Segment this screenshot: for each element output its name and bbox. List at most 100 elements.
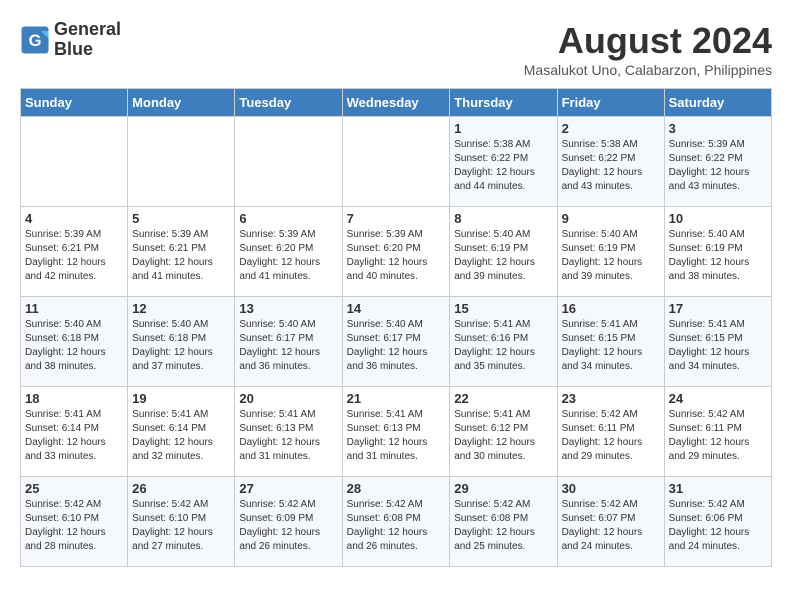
calendar-cell (235, 117, 342, 207)
calendar-cell: 16 Sunrise: 5:41 AM Sunset: 6:15 PM Dayli… (557, 297, 664, 387)
week-row-5: 25 Sunrise: 5:42 AM Sunset: 6:10 PM Dayli… (21, 477, 772, 567)
logo: G General Blue (20, 20, 121, 60)
day-number: 10 (669, 211, 767, 226)
calendar-cell: 19 Sunrise: 5:41 AM Sunset: 6:14 PM Dayli… (128, 387, 235, 477)
day-number: 27 (239, 481, 337, 496)
day-info: Sunrise: 5:41 AM Sunset: 6:15 PM Dayligh… (562, 318, 660, 374)
day-number: 20 (239, 391, 337, 406)
calendar-table: SundayMondayTuesdayWednesdayThursdayFrid… (20, 88, 772, 567)
weekday-header-sunday: Sunday (21, 89, 128, 117)
calendar-cell: 11 Sunrise: 5:40 AM Sunset: 6:18 PM Dayli… (21, 297, 128, 387)
calendar-cell (128, 117, 235, 207)
day-number: 1 (454, 121, 552, 136)
day-number: 22 (454, 391, 552, 406)
calendar-cell: 29Sunrise: 5:42 AM Sunset: 6:08 PM Dayli… (450, 477, 557, 567)
day-number: 30 (562, 481, 660, 496)
calendar-cell: 14 Sunrise: 5:40 AM Sunset: 6:17 PM Dayli… (342, 297, 450, 387)
calendar-cell: 25 Sunrise: 5:42 AM Sunset: 6:10 PM Dayli… (21, 477, 128, 567)
day-info: Sunrise: 5:38 AM Sunset: 6:22 PM Dayligh… (562, 138, 660, 194)
day-info: Sunrise: 5:41 AM Sunset: 6:14 PM Dayligh… (132, 408, 230, 464)
week-row-3: 11 Sunrise: 5:40 AM Sunset: 6:18 PM Dayli… (21, 297, 772, 387)
day-info: Sunrise: 5:42 AM Sunset: 6:10 PM Dayligh… (132, 498, 230, 554)
svg-text:G: G (29, 32, 42, 50)
weekday-header-row: SundayMondayTuesdayWednesdayThursdayFrid… (21, 89, 772, 117)
day-number: 24 (669, 391, 767, 406)
day-info: Sunrise: 5:40 AM Sunset: 6:18 PM Dayligh… (132, 318, 230, 374)
day-info: Sunrise: 5:42 AM Sunset: 6:06 PM Dayligh… (669, 498, 767, 554)
calendar-cell: 6 Sunrise: 5:39 AM Sunset: 6:20 PM Daylig… (235, 207, 342, 297)
day-info: Sunrise: 5:39 AM Sunset: 6:22 PM Dayligh… (669, 138, 767, 194)
weekday-header-friday: Friday (557, 89, 664, 117)
day-info: Sunrise: 5:40 AM Sunset: 6:18 PM Dayligh… (25, 318, 123, 374)
day-info: Sunrise: 5:42 AM Sunset: 6:11 PM Dayligh… (562, 408, 660, 464)
day-info: Sunrise: 5:42 AM Sunset: 6:09 PM Dayligh… (239, 498, 337, 554)
day-number: 4 (25, 211, 123, 226)
calendar-cell: 15Sunrise: 5:41 AM Sunset: 6:16 PM Dayli… (450, 297, 557, 387)
day-info: Sunrise: 5:39 AM Sunset: 6:20 PM Dayligh… (347, 228, 446, 284)
calendar-cell: 26 Sunrise: 5:42 AM Sunset: 6:10 PM Dayli… (128, 477, 235, 567)
calendar-cell: 20 Sunrise: 5:41 AM Sunset: 6:13 PM Dayli… (235, 387, 342, 477)
day-info: Sunrise: 5:38 AM Sunset: 6:22 PM Dayligh… (454, 138, 552, 194)
title-area: August 2024 Masalukot Uno, Calabarzon, P… (524, 20, 772, 78)
day-number: 18 (25, 391, 123, 406)
calendar-cell: 18 Sunrise: 5:41 AM Sunset: 6:14 PM Dayli… (21, 387, 128, 477)
location-subtitle: Masalukot Uno, Calabarzon, Philippines (524, 62, 772, 78)
day-number: 15 (454, 301, 552, 316)
calendar-cell: 24 Sunrise: 5:42 AM Sunset: 6:11 PM Dayli… (664, 387, 771, 477)
month-title: August 2024 (524, 20, 772, 62)
day-info: Sunrise: 5:40 AM Sunset: 6:19 PM Dayligh… (562, 228, 660, 284)
day-number: 14 (347, 301, 446, 316)
calendar-cell: 28Sunrise: 5:42 AM Sunset: 6:08 PM Dayli… (342, 477, 450, 567)
day-number: 19 (132, 391, 230, 406)
week-row-1: 1 Sunrise: 5:38 AM Sunset: 6:22 PM Daylig… (21, 117, 772, 207)
day-info: Sunrise: 5:39 AM Sunset: 6:21 PM Dayligh… (132, 228, 230, 284)
calendar-cell (342, 117, 450, 207)
day-info: Sunrise: 5:41 AM Sunset: 6:12 PM Dayligh… (454, 408, 552, 464)
calendar-cell: 21Sunrise: 5:41 AM Sunset: 6:13 PM Dayli… (342, 387, 450, 477)
calendar-cell: 1 Sunrise: 5:38 AM Sunset: 6:22 PM Daylig… (450, 117, 557, 207)
day-info: Sunrise: 5:40 AM Sunset: 6:17 PM Dayligh… (239, 318, 337, 374)
calendar-cell: 9 Sunrise: 5:40 AM Sunset: 6:19 PM Daylig… (557, 207, 664, 297)
day-info: Sunrise: 5:42 AM Sunset: 6:11 PM Dayligh… (669, 408, 767, 464)
day-number: 9 (562, 211, 660, 226)
day-number: 17 (669, 301, 767, 316)
week-row-4: 18 Sunrise: 5:41 AM Sunset: 6:14 PM Dayli… (21, 387, 772, 477)
day-number: 16 (562, 301, 660, 316)
calendar-cell: 13 Sunrise: 5:40 AM Sunset: 6:17 PM Dayli… (235, 297, 342, 387)
day-info: Sunrise: 5:40 AM Sunset: 6:19 PM Dayligh… (669, 228, 767, 284)
day-info: Sunrise: 5:41 AM Sunset: 6:13 PM Dayligh… (239, 408, 337, 464)
calendar-cell: 5Sunrise: 5:39 AM Sunset: 6:21 PM Daylig… (128, 207, 235, 297)
week-row-2: 4 Sunrise: 5:39 AM Sunset: 6:21 PM Daylig… (21, 207, 772, 297)
calendar-cell: 31Sunrise: 5:42 AM Sunset: 6:06 PM Dayli… (664, 477, 771, 567)
day-info: Sunrise: 5:39 AM Sunset: 6:20 PM Dayligh… (239, 228, 337, 284)
day-number: 13 (239, 301, 337, 316)
day-info: Sunrise: 5:42 AM Sunset: 6:07 PM Dayligh… (562, 498, 660, 554)
day-info: Sunrise: 5:39 AM Sunset: 6:21 PM Dayligh… (25, 228, 123, 284)
day-number: 25 (25, 481, 123, 496)
day-number: 11 (25, 301, 123, 316)
day-number: 23 (562, 391, 660, 406)
weekday-header-wednesday: Wednesday (342, 89, 450, 117)
calendar-cell: 23 Sunrise: 5:42 AM Sunset: 6:11 PM Dayli… (557, 387, 664, 477)
logo-text: General Blue (54, 20, 121, 60)
day-info: Sunrise: 5:42 AM Sunset: 6:08 PM Dayligh… (347, 498, 446, 554)
day-number: 6 (239, 211, 337, 226)
calendar-cell: 4 Sunrise: 5:39 AM Sunset: 6:21 PM Daylig… (21, 207, 128, 297)
day-info: Sunrise: 5:41 AM Sunset: 6:14 PM Dayligh… (25, 408, 123, 464)
day-info: Sunrise: 5:42 AM Sunset: 6:08 PM Dayligh… (454, 498, 552, 554)
logo-icon: G (20, 25, 50, 55)
day-number: 26 (132, 481, 230, 496)
calendar-cell: 27 Sunrise: 5:42 AM Sunset: 6:09 PM Dayli… (235, 477, 342, 567)
calendar-cell: 22 Sunrise: 5:41 AM Sunset: 6:12 PM Dayli… (450, 387, 557, 477)
calendar-cell (21, 117, 128, 207)
calendar-cell: 3 Sunrise: 5:39 AM Sunset: 6:22 PM Daylig… (664, 117, 771, 207)
day-info: Sunrise: 5:40 AM Sunset: 6:17 PM Dayligh… (347, 318, 446, 374)
weekday-header-thursday: Thursday (450, 89, 557, 117)
day-number: 2 (562, 121, 660, 136)
day-info: Sunrise: 5:42 AM Sunset: 6:10 PM Dayligh… (25, 498, 123, 554)
weekday-header-monday: Monday (128, 89, 235, 117)
calendar-cell: 8Sunrise: 5:40 AM Sunset: 6:19 PM Daylig… (450, 207, 557, 297)
day-number: 3 (669, 121, 767, 136)
day-number: 12 (132, 301, 230, 316)
day-number: 21 (347, 391, 446, 406)
